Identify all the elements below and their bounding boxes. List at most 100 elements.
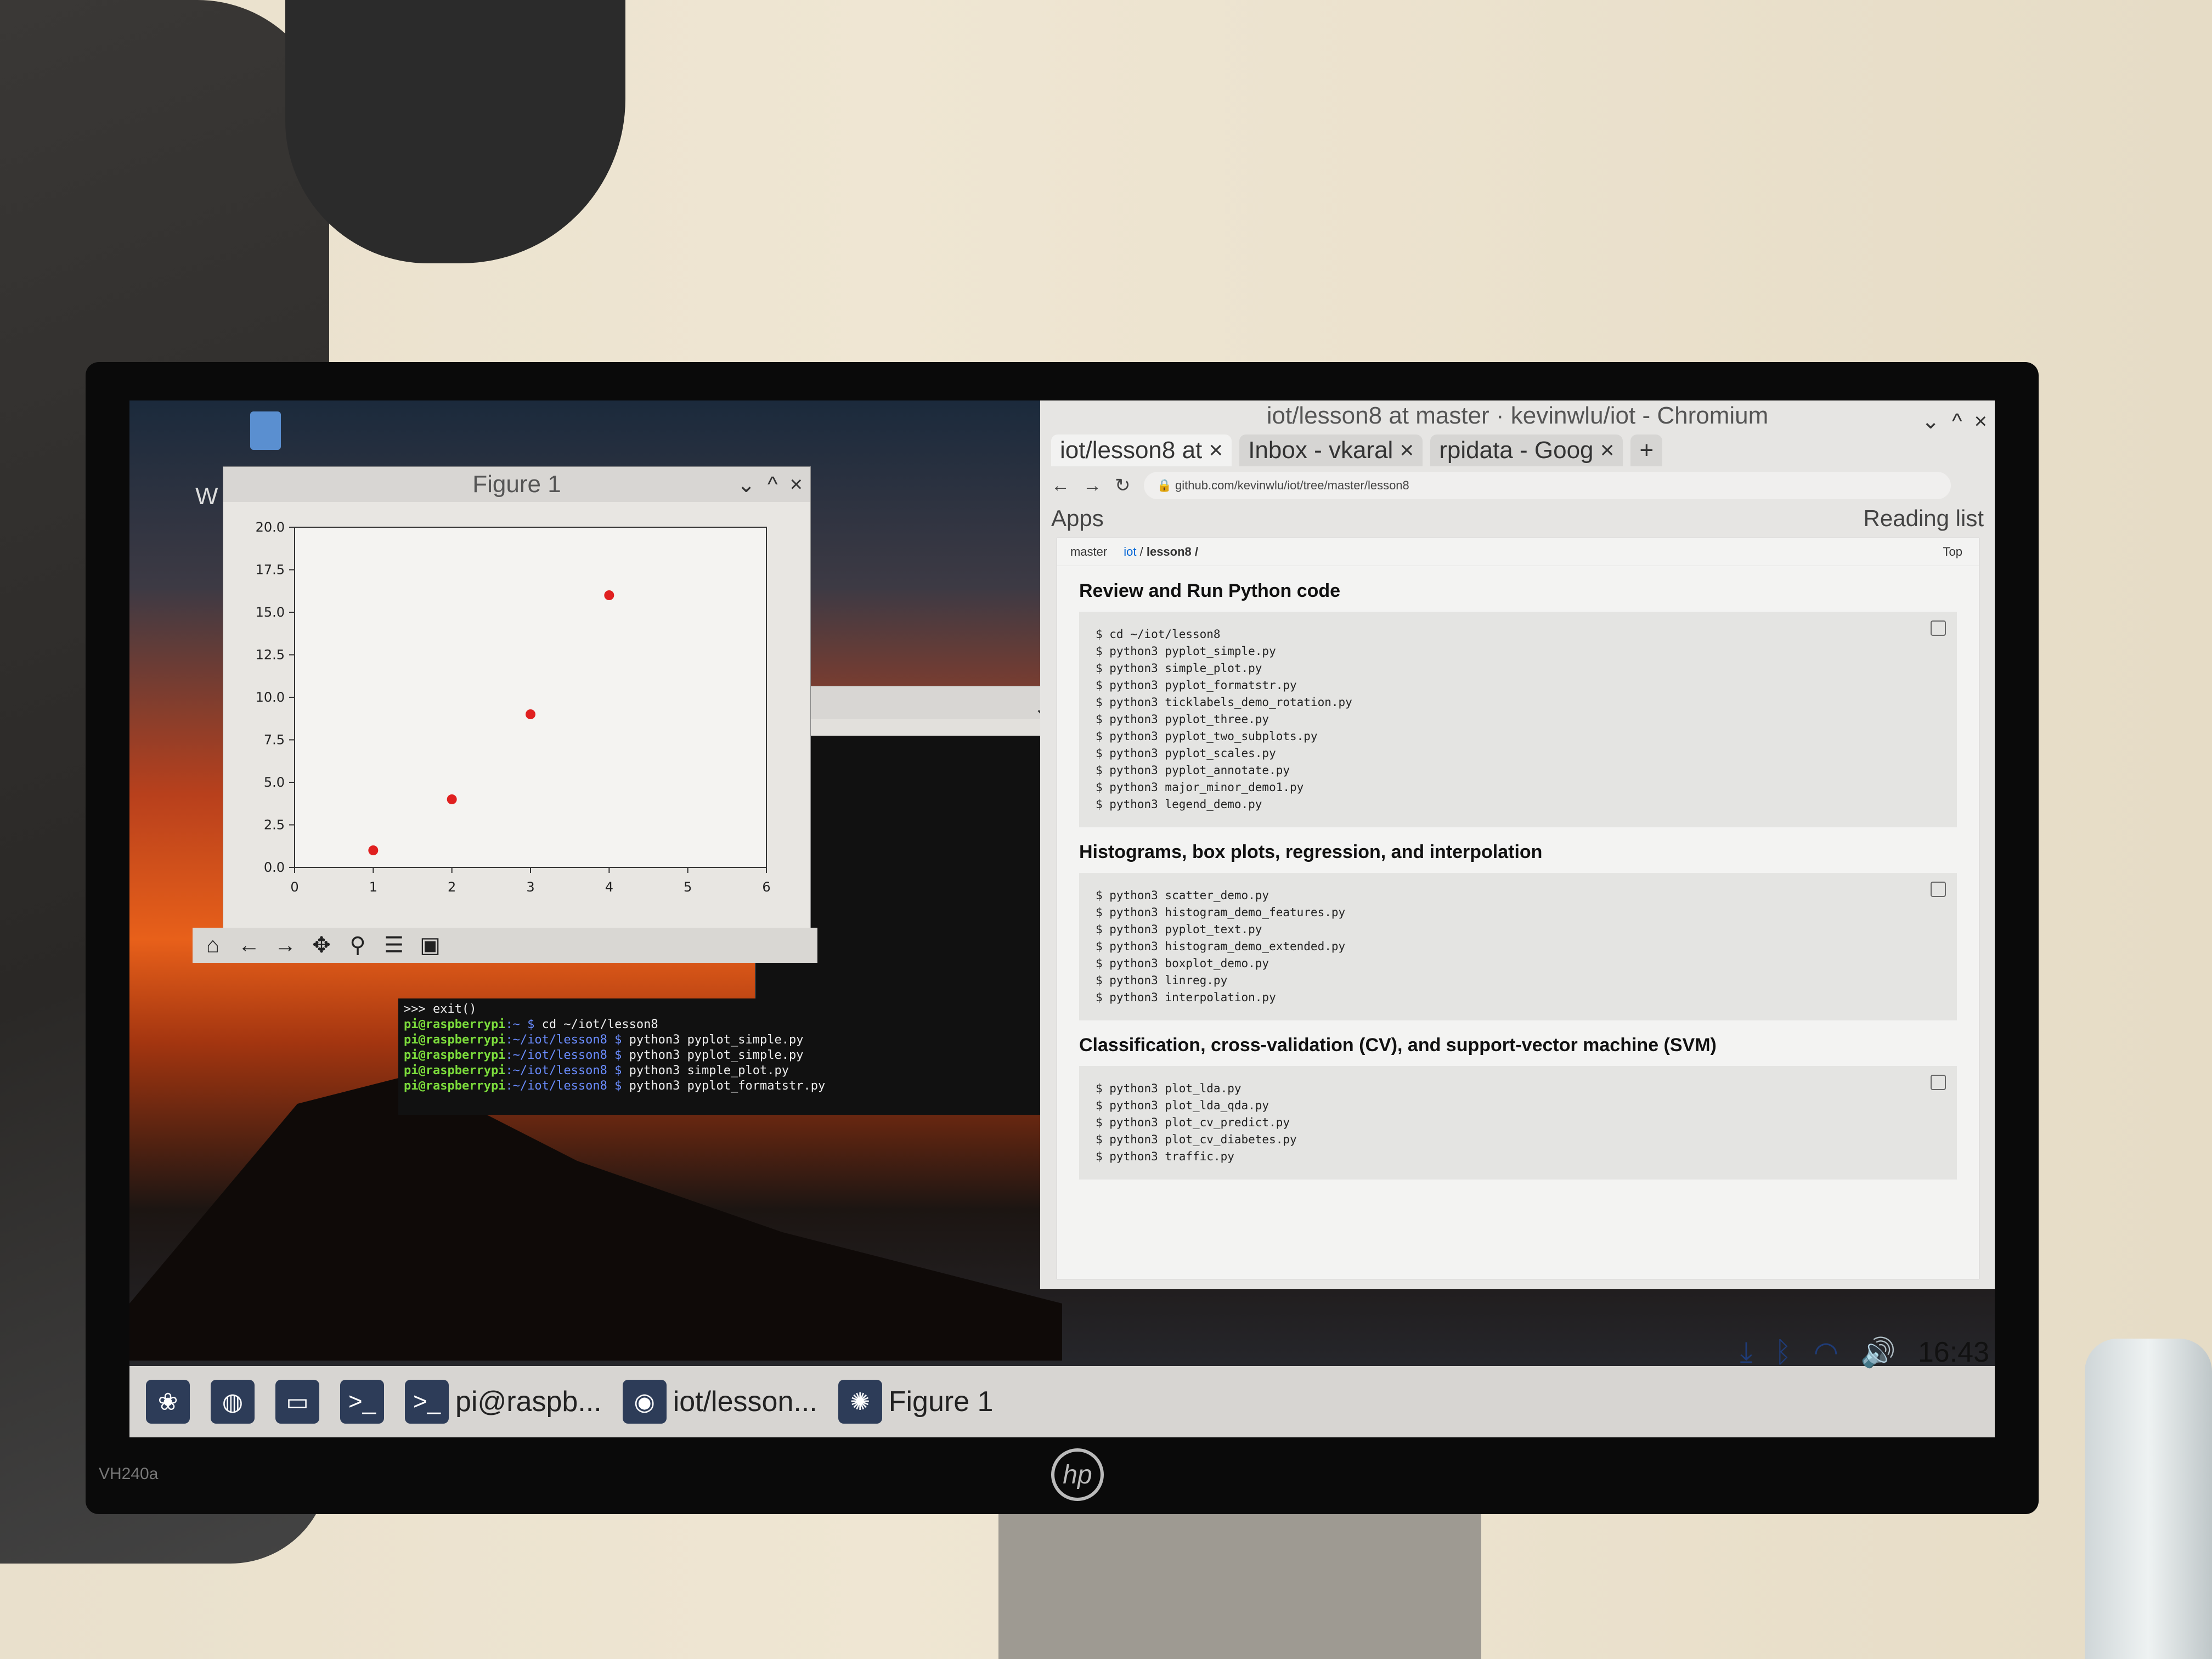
x-tick-label: 1: [369, 879, 377, 895]
bluetooth-icon[interactable]: ᛒ: [1775, 1336, 1792, 1369]
scatter-plot: 0 1 2 3 4 5 6 0.0 2.5 5.0 7.5 10.0 12.5 15.0 17.5 20.0: [256, 520, 771, 895]
command-text: python3 pyplot_simple.py: [622, 1048, 804, 1062]
section-heading: Classification, cross-validation (CV), a…: [1079, 1035, 1717, 1056]
code-line: $ python3 pyplot_annotate.py: [1096, 764, 1290, 777]
prompt-path: :~/iot/lesson8 $: [505, 1048, 622, 1062]
readme-content: Review and Run Python code $ cd ~/iot/les…: [1057, 580, 1979, 1180]
readme-section: Review and Run Python code $ cd ~/iot/les…: [1079, 580, 1957, 827]
clock[interactable]: 16:43: [1918, 1336, 1989, 1369]
figure-titlebar[interactable]: Figure 1 ⌄ ^ ×: [223, 467, 810, 502]
breadcrumb-dir: lesson8 /: [1146, 545, 1198, 558]
y-tick-label: 20.0: [256, 520, 285, 535]
taskbar-item[interactable]: >_ pi@raspb...: [399, 1377, 607, 1426]
data-point: [368, 845, 379, 855]
figure-title: Figure 1: [472, 471, 561, 498]
code-line: $ python3 interpolation.py: [1096, 991, 1276, 1004]
tab-inbox[interactable]: Inbox - vkaral ×: [1239, 435, 1423, 466]
x-tick-label: 4: [605, 879, 613, 895]
close-icon[interactable]: ×: [1974, 406, 1987, 437]
prompt-path: :~/iot/lesson8 $: [505, 1033, 622, 1047]
code-line: $ python3 linreg.py: [1096, 974, 1228, 987]
tab-rpidata[interactable]: rpidata - Goog ×: [1430, 435, 1623, 466]
forward-icon[interactable]: →: [273, 933, 298, 958]
code-line: $ python3 pyplot_simple.py: [1096, 645, 1276, 658]
trash-icon[interactable]: [250, 411, 281, 450]
command-text: python3 simple_plot.py: [622, 1064, 789, 1077]
back-icon[interactable]: ←: [1051, 475, 1070, 496]
home-icon[interactable]: ⌂: [200, 933, 225, 958]
copy-icon[interactable]: [1931, 882, 1946, 897]
maximize-icon[interactable]: ^: [768, 472, 778, 498]
desktop-screen: W n8 ⌄ ^ × >>> exit()pi@raspberrypi:~ $ …: [129, 400, 1995, 1437]
y-tick-label: 10.0: [256, 690, 285, 705]
terminal-line: pi@raspberrypi:~/iot/lesson8 $ python3 p…: [404, 1048, 1111, 1063]
bookmark-apps[interactable]: Apps: [1051, 505, 1104, 532]
taskbar-item[interactable]: ◍: [205, 1377, 260, 1426]
reload-icon[interactable]: ↻: [1115, 475, 1131, 496]
command-text: python3 pyplot_simple.py: [622, 1033, 804, 1047]
repo-nav: master iot / lesson8 / Top: [1057, 538, 1979, 566]
close-icon[interactable]: ×: [790, 472, 803, 498]
copy-icon[interactable]: [1931, 620, 1946, 636]
volume-icon[interactable]: 🔊: [1860, 1336, 1896, 1369]
zoom-icon[interactable]: ⚲: [345, 933, 370, 958]
code-line: $ python3 major_minor_demo1.py: [1096, 781, 1304, 794]
save-icon[interactable]: ▣: [417, 933, 443, 958]
web-page[interactable]: master iot / lesson8 / Top Review and Ru…: [1057, 538, 1979, 1279]
x-tick-label: 3: [526, 879, 534, 895]
terminal-line: >>> exit(): [404, 1002, 1111, 1017]
section-heading: Review and Run Python code: [1079, 580, 1341, 601]
code-line: $ python3 pyplot_three.py: [1096, 713, 1269, 726]
code-line: $ python3 histogram_demo_extended.py: [1096, 940, 1346, 953]
wifi-icon[interactable]: ◠: [1814, 1336, 1838, 1369]
chromium-window[interactable]: iot/lesson8 at master · kevinwlu/iot - C…: [1040, 400, 1995, 1289]
taskbar-item[interactable]: ▭: [270, 1377, 325, 1426]
monitor-stand: [998, 1503, 1481, 1659]
taskbar-item[interactable]: ✺ Figure 1: [833, 1377, 999, 1426]
branch-selector[interactable]: master: [1070, 545, 1107, 559]
data-point: [604, 590, 614, 600]
plot-frame: [294, 527, 767, 868]
bookmarks-bar: Apps Reading list: [1040, 505, 1995, 532]
tab-github[interactable]: iot/lesson8 at ×: [1051, 435, 1232, 466]
code-line: $ python3 plot_lda.py: [1096, 1082, 1242, 1095]
taskbar-item[interactable]: >_: [335, 1377, 390, 1426]
forward-icon[interactable]: →: [1083, 475, 1102, 496]
chromium-titlebar[interactable]: iot/lesson8 at master · kevinwlu/iot - C…: [1040, 400, 1995, 433]
new-tab-button[interactable]: +: [1630, 435, 1663, 466]
code-line: $ python3 plot_cv_diabetes.py: [1096, 1133, 1297, 1146]
raspberry-icon: ❀: [146, 1380, 190, 1424]
prompt-path: :~/iot/lesson8 $: [505, 1064, 622, 1077]
pan-icon[interactable]: ✥: [309, 933, 334, 958]
x-tick-label: 2: [448, 879, 456, 895]
copy-icon[interactable]: [1931, 1075, 1946, 1090]
y-tick-label: 12.5: [256, 647, 285, 663]
taskbar: ❀ ◍ ▭ >_ >_ pi@raspb... ◉ iot/lesson... ✺ Figure …: [129, 1336, 1995, 1437]
download-icon[interactable]: ⤓: [1740, 1336, 1753, 1369]
prompt-path: :~/iot/lesson8 $: [505, 1079, 622, 1093]
taskbar-item-label: pi@raspb...: [455, 1386, 602, 1418]
code-block: $ cd ~/iot/lesson8 $ python3 pyplot_simpl…: [1079, 612, 1957, 827]
figure-window[interactable]: Figure 1 ⌄ ^ × 0 1 2 3 4 5 6 0.0 2.5 5.0 7.5 10.0 12…: [193, 466, 817, 963]
maximize-icon[interactable]: ^: [1952, 406, 1962, 437]
lock-icon: 🔒: [1156, 478, 1176, 492]
data-point: [526, 709, 535, 719]
code-line: $ python3 boxplot_demo.py: [1096, 957, 1269, 970]
minimize-icon[interactable]: ⌄: [1921, 406, 1940, 437]
minimize-icon[interactable]: ⌄: [737, 472, 755, 498]
address-bar[interactable]: 🔒 github.com/kevinwlu/iot/tree/master/le…: [1143, 472, 1951, 499]
taskbar-item[interactable]: ◉ iot/lesson...: [617, 1377, 823, 1426]
configure-icon[interactable]: ☰: [381, 933, 407, 958]
breadcrumb-repo[interactable]: iot: [1124, 545, 1136, 558]
top-link[interactable]: Top: [1943, 545, 1962, 559]
data-point: [447, 794, 457, 804]
taskbar-item[interactable]: ❀: [140, 1377, 195, 1426]
prompt-user: pi@raspberrypi: [404, 1048, 506, 1062]
monitor: VH240a hp W n8 ⌄ ^ × >>> exit()pi@raspbe…: [86, 362, 2039, 1514]
mountain-silhouette: [129, 1075, 1062, 1361]
back-icon[interactable]: ←: [236, 933, 262, 958]
reading-list[interactable]: Reading list: [1864, 505, 1984, 532]
y-tick-label: 0.0: [264, 860, 285, 875]
command-text: >>> exit(): [404, 1002, 477, 1016]
terminal-output[interactable]: >>> exit() pi@raspberrypi:~ $ cd ~/iot/le…: [398, 998, 1117, 1115]
